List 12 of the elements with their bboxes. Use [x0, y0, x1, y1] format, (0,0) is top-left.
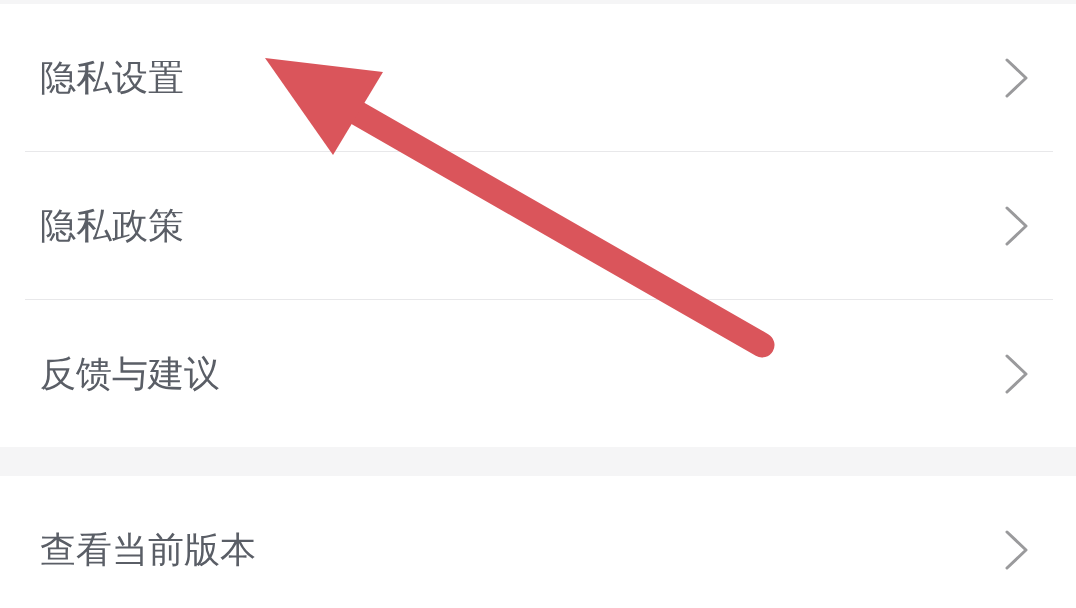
- settings-item[interactable]: 查看当前版本: [0, 476, 1076, 608]
- settings-item[interactable]: 反馈与建议: [0, 300, 1076, 447]
- settings-item-label: 隐私设置: [40, 55, 184, 100]
- chevron-right-icon: [1005, 529, 1028, 570]
- chevron-right-icon: [1005, 205, 1028, 246]
- settings-item-label: 隐私政策: [40, 203, 184, 248]
- settings-item[interactable]: 隐私政策: [0, 152, 1076, 299]
- chevron-right-icon: [1005, 57, 1028, 98]
- chevron-right-icon: [1005, 353, 1028, 394]
- settings-item-label: 反馈与建议: [40, 351, 220, 396]
- settings-item-label: 查看当前版本: [40, 527, 256, 572]
- settings-item[interactable]: 隐私设置: [0, 4, 1076, 151]
